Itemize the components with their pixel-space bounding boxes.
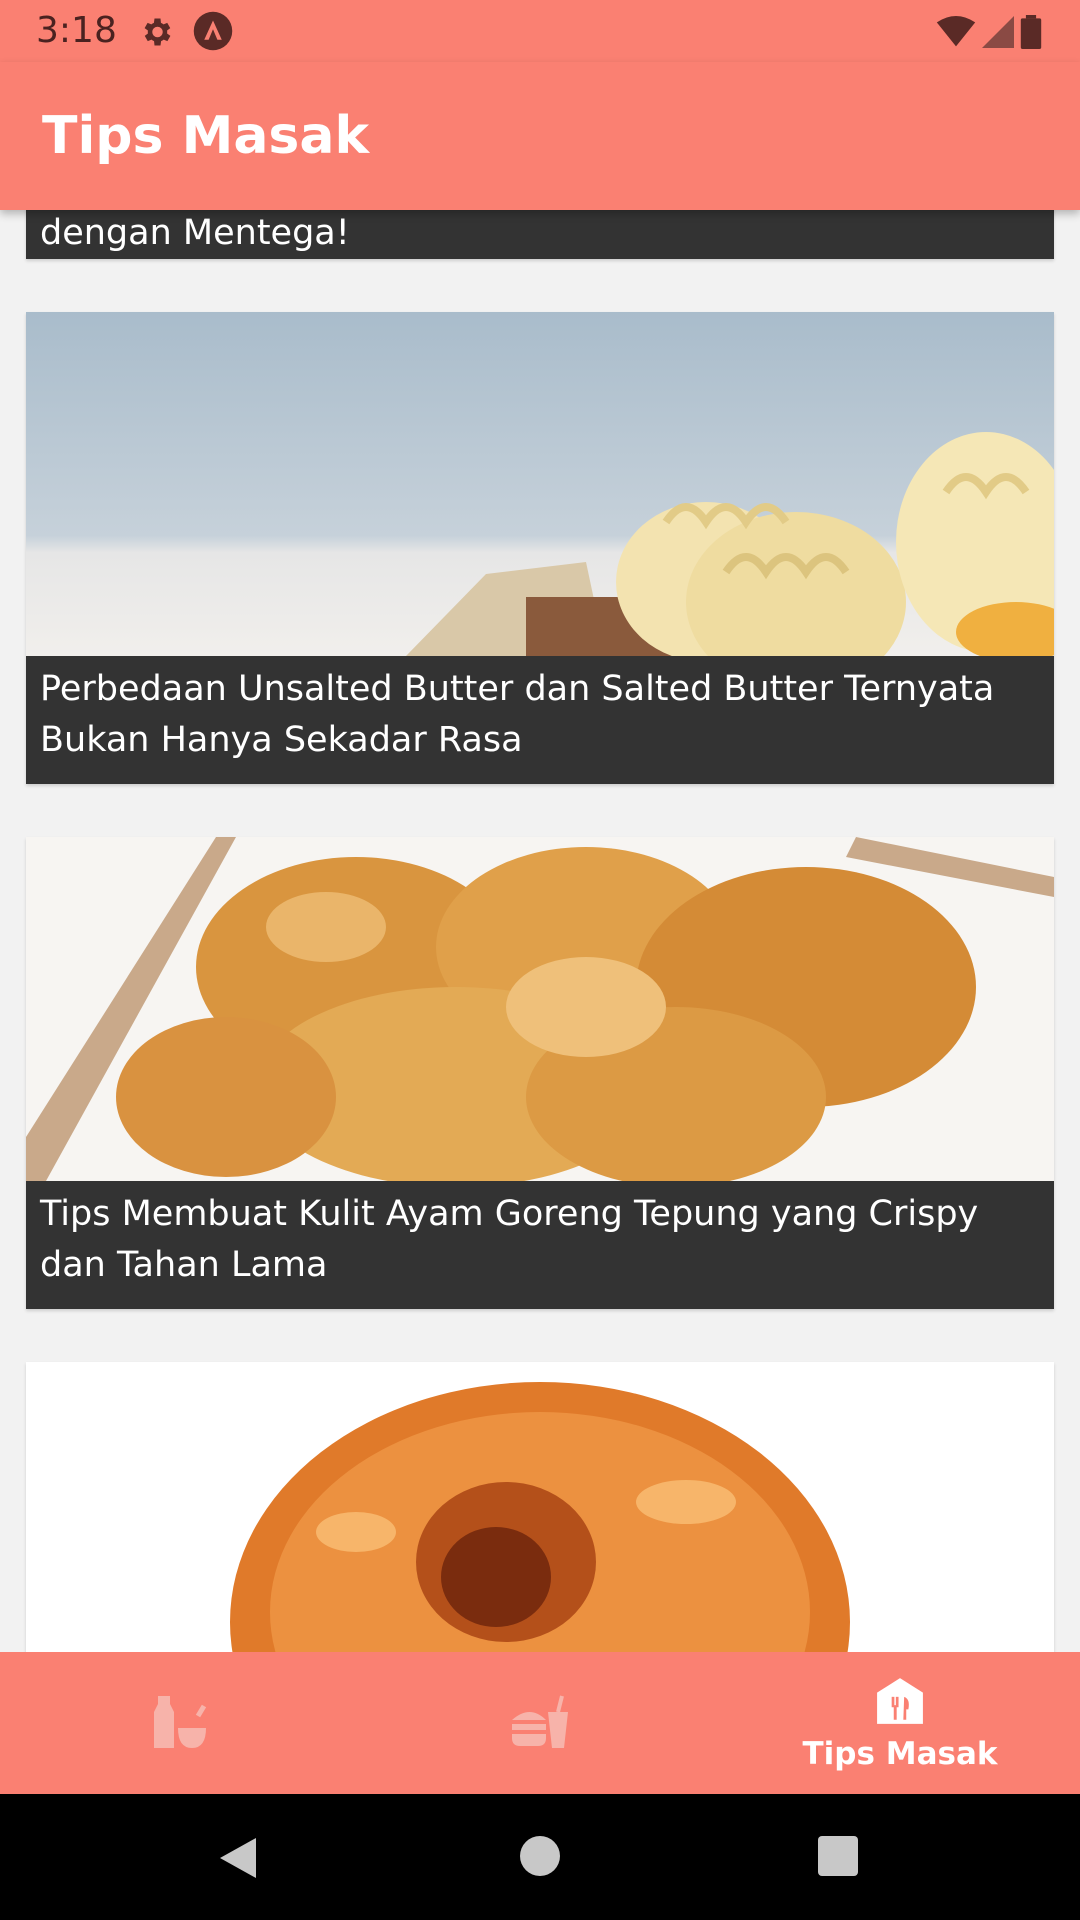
nav-item-ingredients[interactable] bbox=[0, 1652, 360, 1794]
cell-signal-icon bbox=[982, 16, 1014, 48]
article-title: dengan Mentega! bbox=[26, 208, 1054, 259]
system-navigation-bar bbox=[0, 1794, 1080, 1920]
article-card[interactable] bbox=[26, 1362, 1054, 1652]
tips-masak-icon bbox=[877, 1678, 923, 1724]
nav-item-tips-masak[interactable]: Tips Masak bbox=[720, 1652, 1080, 1794]
article-card[interactable]: Perbedaan Unsalted Butter dan Salted But… bbox=[26, 312, 1054, 784]
settings-gear-icon bbox=[144, 18, 171, 46]
article-image-fried-chicken bbox=[26, 837, 1054, 1181]
back-icon[interactable] bbox=[216, 1834, 260, 1882]
bottom-navigation: Tips Masak bbox=[0, 1652, 1080, 1794]
app-notification-icon bbox=[193, 11, 233, 51]
recents-icon[interactable] bbox=[818, 1836, 858, 1876]
battery-icon bbox=[1020, 15, 1042, 49]
article-list[interactable]: dengan Mentega! Perbedaan Unsalted Butte… bbox=[0, 0, 1080, 1652]
article-image-donut bbox=[26, 1362, 1054, 1652]
nav-label-tips-masak: Tips Masak bbox=[802, 1736, 998, 1772]
article-title: Perbedaan Unsalted Butter dan Salted But… bbox=[26, 656, 1054, 784]
ingredients-icon bbox=[154, 1696, 207, 1748]
status-time: 3:18 bbox=[36, 10, 117, 51]
nav-item-fast-food[interactable] bbox=[360, 1652, 720, 1794]
status-icons bbox=[936, 14, 1042, 50]
status-bar: 3:18 bbox=[0, 0, 1080, 62]
wifi-icon bbox=[936, 16, 976, 47]
page-title: Tips Masak bbox=[42, 106, 370, 166]
article-image-butter bbox=[26, 312, 1054, 656]
fast-food-icon bbox=[512, 1695, 568, 1748]
article-card[interactable]: Tips Membuat Kulit Ayam Goreng Tepung ya… bbox=[26, 837, 1054, 1309]
article-title: Tips Membuat Kulit Ayam Goreng Tepung ya… bbox=[26, 1181, 1054, 1309]
home-icon[interactable] bbox=[520, 1836, 560, 1876]
app-bar: Tips Masak bbox=[0, 62, 1080, 210]
